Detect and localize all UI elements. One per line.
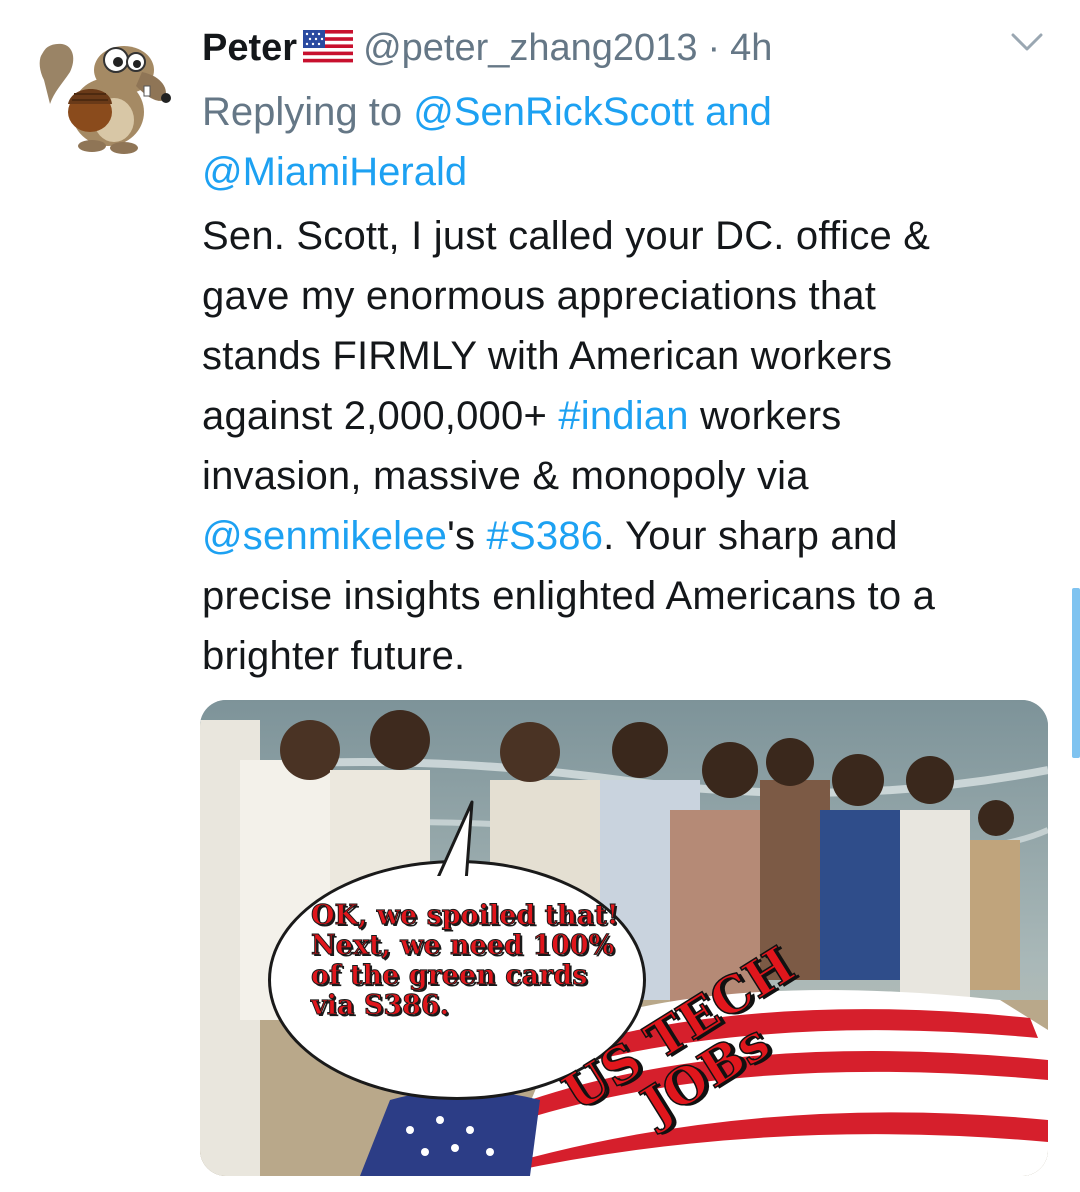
tweet[interactable]: Peter @peter_zhang2013 · 4h Replying to … <box>0 0 1080 1192</box>
tweet-line: against 2,000,000+ #indian workers <box>202 386 1052 446</box>
scroll-indicator[interactable] <box>1072 588 1080 758</box>
tweet-text-segment: workers <box>688 394 842 438</box>
speech-bubble-tail <box>432 800 492 882</box>
bubble-line: OK, we spoiled that! <box>311 900 620 931</box>
tweet-line: Sen. Scott, I just called your DC. offic… <box>202 214 931 258</box>
tweet-text: Sen. Scott, I just called your DC. offic… <box>202 206 1052 686</box>
reply-and[interactable]: and <box>705 90 772 134</box>
tweet-text-segment: . Your sharp and <box>603 514 898 558</box>
author-handle[interactable]: @peter_zhang2013 <box>363 27 697 70</box>
tweet-media-image[interactable]: OK, we spoiled that! Next, we need 100% … <box>200 700 1048 1176</box>
hashtag-s386[interactable]: #S386 <box>487 514 604 558</box>
us-flag-icon <box>303 30 354 66</box>
replying-to: Replying to @SenRickScott and @MiamiHera… <box>202 82 1042 202</box>
replying-prefix: Replying to <box>202 90 403 134</box>
tweet-line: precise insights enlighted Americans to … <box>202 574 936 618</box>
mention-miamiherald[interactable]: @MiamiHerald <box>202 150 467 194</box>
tweet-text-segment: 's <box>447 514 487 558</box>
mention-senmikelee[interactable]: @senmikelee <box>202 514 447 558</box>
timestamp[interactable]: 4h <box>730 27 772 70</box>
bubble-line: via S386. <box>311 990 450 1021</box>
tweet-line: invasion, massive & monopoly via <box>202 454 809 498</box>
avatar[interactable] <box>32 20 172 160</box>
tweet-text-segment: against 2,000,000+ <box>202 394 559 438</box>
bubble-line: of the green cards <box>311 960 588 991</box>
tweet-line: gave my enormous appreciations that <box>202 274 877 318</box>
tweet-line: brighter future. <box>202 634 466 678</box>
author-name[interactable]: Peter <box>202 27 297 70</box>
tweet-line: @senmikelee's #S386. Your sharp and <box>202 506 1052 566</box>
chevron-down-icon[interactable] <box>1010 30 1044 54</box>
bubble-line: Next, we need 100% <box>311 930 615 961</box>
separator-dot: · <box>707 26 721 69</box>
speech-bubble-text: OK, we spoiled that! Next, we need 100% … <box>311 900 623 1021</box>
mention-senrickscott[interactable]: @SenRickScott <box>413 90 694 134</box>
hashtag-indian[interactable]: #indian <box>558 394 688 438</box>
tweet-header: Peter @peter_zhang2013 · 4h <box>202 24 772 72</box>
tweet-line: stands FIRMLY with American workers <box>202 334 893 378</box>
